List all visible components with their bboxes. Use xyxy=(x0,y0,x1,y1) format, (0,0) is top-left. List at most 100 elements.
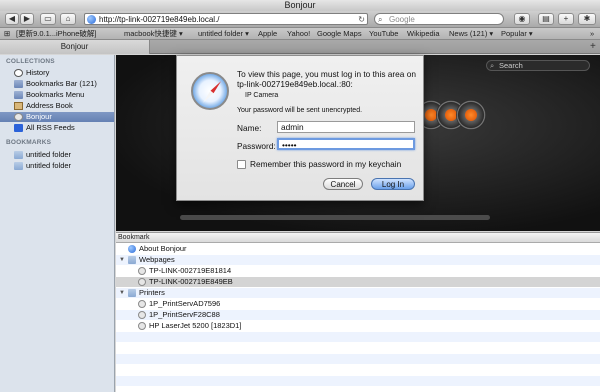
reload-icon[interactable]: ↻ xyxy=(358,14,365,24)
sidebar-item-address-book[interactable]: Address Book xyxy=(0,101,114,111)
list-item[interactable]: TP-LINK-002719E81814 xyxy=(116,266,600,276)
bonjour-icon xyxy=(138,322,146,330)
list-item-empty xyxy=(116,376,600,386)
bonjour-icon xyxy=(138,300,146,308)
sidebar-item-folder[interactable]: untitled folder xyxy=(0,150,114,160)
bookmark-item[interactable]: YouTube xyxy=(369,28,398,39)
name-label: Name: xyxy=(237,123,262,133)
back-button[interactable]: ◀ xyxy=(5,13,19,25)
url-text: http://tp-link-002719e849eb.local./ xyxy=(99,15,220,24)
password-label: Password: xyxy=(237,141,276,151)
globe-icon xyxy=(128,245,136,253)
search-placeholder: Google xyxy=(389,15,415,24)
disclosure-triangle-icon[interactable]: ▼ xyxy=(119,255,125,265)
list-item-label: Printers xyxy=(139,288,165,297)
bookmarks-toggle-icon[interactable]: ⊞ xyxy=(4,28,10,39)
sidebar-item-label: Bookmarks Bar (121) xyxy=(26,79,97,88)
sidebar-item-label: untitled folder xyxy=(26,150,72,159)
bookmark-list: Bookmark About Bonjour ▼ Webpages TP-LIN… xyxy=(116,232,600,392)
overflow-icon[interactable]: » xyxy=(590,28,594,39)
list-item-empty xyxy=(116,332,600,342)
login-button[interactable]: Log In xyxy=(371,178,415,190)
password-field[interactable]: ••••• xyxy=(277,138,415,150)
sidebar-item-bookmarks-bar[interactable]: Bookmarks Bar (121) xyxy=(0,79,114,89)
address-book-icon xyxy=(14,102,23,110)
new-tab-button[interactable]: + xyxy=(558,13,574,25)
list-item-empty xyxy=(116,354,600,364)
bookmarks-header: BOOKMARKS xyxy=(6,139,52,146)
address-bar[interactable]: http://tp-link-002719e849eb.local./ ↻ xyxy=(84,13,368,25)
sidebar-item-label: untitled folder xyxy=(26,161,72,170)
add-tab-icon[interactable]: + xyxy=(590,41,596,53)
clock-icon xyxy=(14,69,23,77)
folder-icon xyxy=(128,256,136,264)
window-title: Bonjour xyxy=(0,0,600,11)
bookmark-item[interactable]: untitled folder ▾ xyxy=(198,28,249,39)
remember-checkbox[interactable] xyxy=(237,160,246,169)
show-sidebar-button[interactable]: ▭ xyxy=(40,13,56,25)
list-item-webpages[interactable]: ▼ Webpages xyxy=(116,255,600,265)
sidebar-item-rss[interactable]: All RSS Feeds xyxy=(0,123,114,133)
name-field[interactable]: admin xyxy=(277,121,415,133)
list-item-label: Webpages xyxy=(139,255,175,264)
list-item[interactable]: HP LaserJet 5200 [1823D1] xyxy=(116,321,600,331)
safari-compass-icon xyxy=(191,72,229,110)
disclosure-triangle-icon[interactable]: ▼ xyxy=(119,288,125,298)
sidebar-item-bookmarks-menu[interactable]: Bookmarks Menu xyxy=(0,90,114,100)
sidebar-item-label: Address Book xyxy=(26,101,73,110)
bonjour-icon xyxy=(138,267,146,275)
toolbar: ◀ ▶ ▭ ⌂ http://tp-link-002719e849eb.loca… xyxy=(0,11,600,28)
bonjour-icon xyxy=(138,278,146,286)
list-item-selected[interactable]: TP-LINK-002719E849EB xyxy=(116,277,600,287)
rss-icon xyxy=(14,124,23,132)
tab-bonjour[interactable]: Bonjour xyxy=(0,40,150,54)
sidebar-item-label: Bonjour xyxy=(26,112,52,121)
bookmark-item[interactable]: Popular ▾ xyxy=(501,28,533,39)
forward-button[interactable]: ▶ xyxy=(20,13,34,25)
bookmark-item[interactable]: [更新9.0.1...iPhone破解] xyxy=(16,28,96,39)
list-item-label: HP LaserJet 5200 [1823D1] xyxy=(149,321,242,330)
bookmarks-bar: ⊞ [更新9.0.1...iPhone破解] macbook快捷键 ▾ unti… xyxy=(0,28,600,40)
sidebar-item-folder[interactable]: untitled folder xyxy=(0,161,114,171)
folder-icon xyxy=(128,289,136,297)
bookmark-item[interactable]: Wikipedia xyxy=(407,28,440,39)
search-field[interactable]: ⌕ Google xyxy=(374,13,504,25)
remember-label: Remember this password in my keychain xyxy=(250,159,402,169)
list-item[interactable]: 1P_PrintServAD7596 xyxy=(116,299,600,309)
bonjour-icon xyxy=(138,311,146,319)
bookmarks-icon xyxy=(14,80,23,88)
bookmark-item[interactable]: Yahoo! xyxy=(287,28,310,39)
bookmark-item[interactable]: Apple xyxy=(258,28,277,39)
page-bar xyxy=(180,215,490,220)
dialog-realm: IP Camera xyxy=(245,92,279,99)
list-item-printers[interactable]: ▼ Printers xyxy=(116,288,600,298)
home-button[interactable]: ⌂ xyxy=(60,13,76,25)
sidebar-item-bonjour[interactable]: Bonjour xyxy=(0,112,114,122)
list-item[interactable]: About Bonjour xyxy=(116,244,600,254)
sidebar-item-label: Bookmarks Menu xyxy=(26,90,85,99)
page-search-field[interactable]: Search xyxy=(486,60,590,71)
dialog-message: To view this page, you must log in to th… xyxy=(237,69,416,89)
folder-icon xyxy=(14,151,23,159)
bookmark-item[interactable]: macbook快捷键 ▾ xyxy=(124,28,183,39)
list-item-label: TP-LINK-002719E81814 xyxy=(149,266,232,275)
folder-icon xyxy=(14,162,23,170)
collections-sidebar: COLLECTIONS History Bookmarks Bar (121) … xyxy=(0,55,115,392)
sidebar-item-label: All RSS Feeds xyxy=(26,123,75,132)
menu-icon xyxy=(14,91,23,99)
list-item[interactable]: 1P_PrintServF28C88 xyxy=(116,310,600,320)
dialog-warning: Your password will be sent unencrypted. xyxy=(237,107,363,114)
page-menu-button[interactable]: ▤ xyxy=(538,13,554,25)
sidebar-item-history[interactable]: History xyxy=(0,68,114,78)
reader-button[interactable]: ◉ xyxy=(514,13,530,25)
bookmark-column-header[interactable]: Bookmark xyxy=(116,233,600,243)
list-item-label: 1P_PrintServAD7596 xyxy=(149,299,221,308)
settings-button[interactable]: ✱ xyxy=(578,13,596,25)
list-item-label: About Bonjour xyxy=(139,244,187,253)
bookmark-item[interactable]: News (121) ▾ xyxy=(449,28,493,39)
sidebar-item-label: History xyxy=(26,68,50,77)
list-item-label: 1P_PrintServF28C88 xyxy=(149,310,220,319)
collections-header: COLLECTIONS xyxy=(6,58,55,65)
cancel-button[interactable]: Cancel xyxy=(323,178,363,190)
bookmark-item[interactable]: Google Maps xyxy=(317,28,362,39)
